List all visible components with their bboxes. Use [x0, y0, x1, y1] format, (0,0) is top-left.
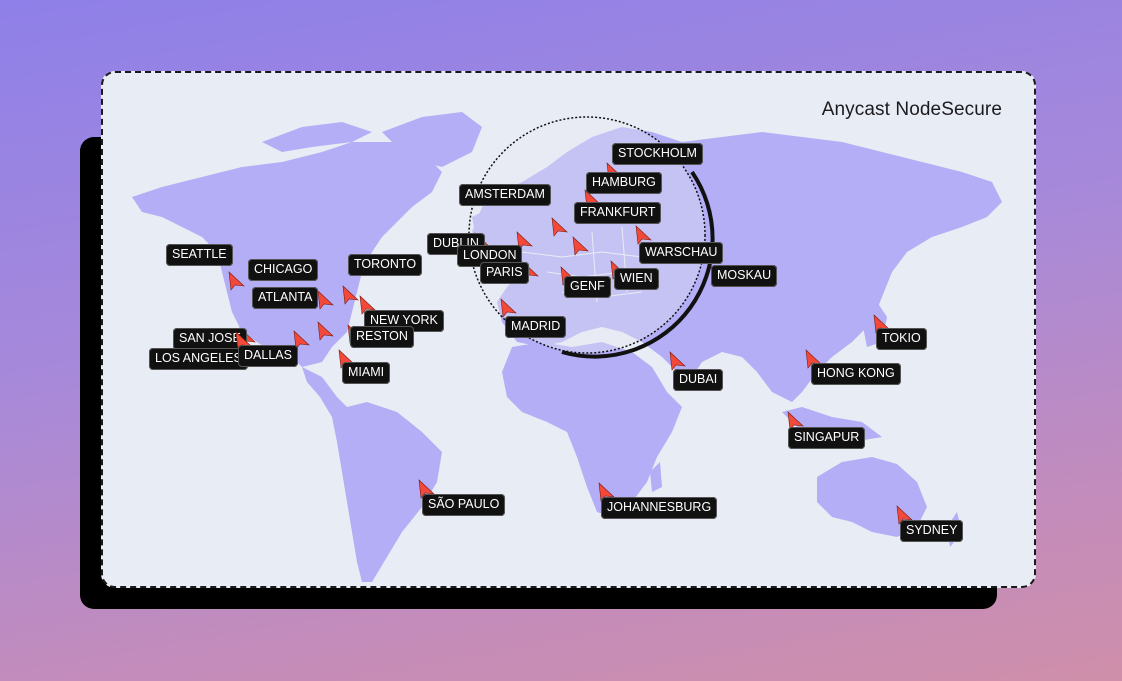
- map-title: Anycast NodeSecure: [821, 99, 1002, 120]
- location-label-hamburg[interactable]: HAMBURG: [586, 172, 662, 194]
- location-label-amsterdam[interactable]: AMSTERDAM: [459, 184, 551, 206]
- location-label-singapur[interactable]: SINGAPUR: [788, 427, 866, 449]
- location-label-wien[interactable]: WIEN: [614, 268, 659, 290]
- location-label-moskau[interactable]: MOSKAU: [711, 265, 778, 287]
- location-label-stockholm[interactable]: STOCKHOLM: [612, 143, 703, 165]
- location-label-s-o-paulo[interactable]: SÃO PAULO: [422, 494, 506, 516]
- location-label-sydney[interactable]: SYDNEY: [900, 520, 964, 542]
- continent-africa: [502, 342, 682, 517]
- location-label-madrid[interactable]: MADRID: [505, 316, 567, 338]
- location-label-toronto[interactable]: TORONTO: [348, 254, 423, 276]
- location-label-dubai[interactable]: DUBAI: [673, 369, 724, 391]
- location-label-johannesburg[interactable]: JOHANNESBURG: [601, 497, 718, 519]
- location-label-tokio[interactable]: TOKIO: [876, 328, 927, 350]
- continent-south-america: [302, 367, 442, 582]
- location-label-reston[interactable]: RESTON: [350, 326, 414, 348]
- location-label-dallas[interactable]: DALLAS: [238, 345, 298, 367]
- pin-icon[interactable]: [316, 320, 336, 342]
- location-label-frankfurt[interactable]: FRANKFURT: [574, 202, 662, 224]
- pin-icon[interactable]: [316, 289, 336, 311]
- location-label-genf[interactable]: GENF: [564, 276, 611, 298]
- pin-icon[interactable]: [550, 216, 570, 238]
- location-label-hong-kong[interactable]: HONG KONG: [811, 363, 901, 385]
- pin-icon[interactable]: [571, 235, 591, 257]
- location-label-los-angeles[interactable]: LOS ANGELES: [149, 348, 248, 370]
- pin-icon[interactable]: [227, 270, 247, 292]
- location-label-seattle[interactable]: SEATTLE: [166, 244, 233, 266]
- location-label-atlanta[interactable]: ATLANTA: [252, 287, 319, 309]
- location-label-miami[interactable]: MIAMI: [342, 362, 391, 384]
- location-label-paris[interactable]: PARIS: [480, 262, 529, 284]
- location-label-warschau[interactable]: WARSCHAU: [639, 242, 724, 264]
- location-label-chicago[interactable]: CHICAGO: [248, 259, 319, 281]
